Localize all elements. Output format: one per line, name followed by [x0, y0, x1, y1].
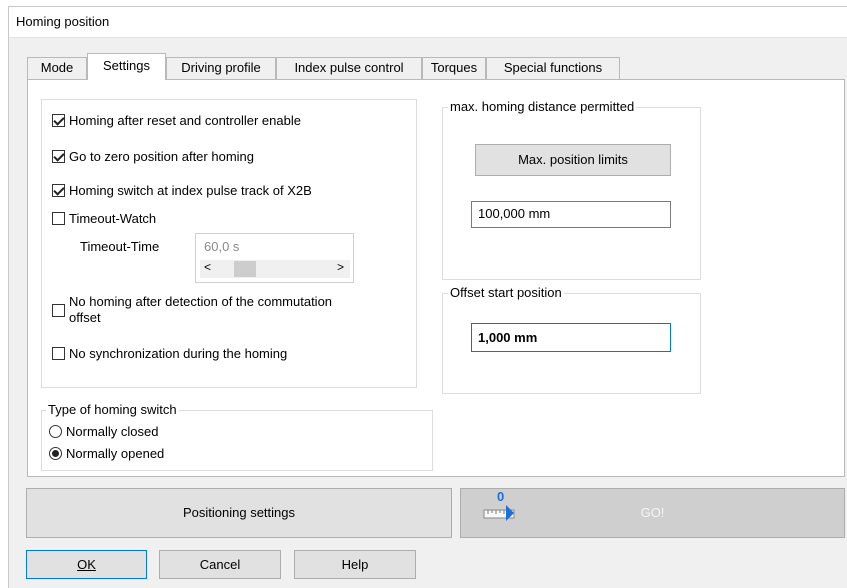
radio-label: Normally closed — [66, 424, 159, 439]
homing-options-group: Homing after reset and controller enable… — [41, 99, 417, 388]
group-title: Type of homing switch — [46, 402, 179, 417]
homing-switch-index-checkbox[interactable]: Homing switch at index pulse track of X2… — [52, 183, 312, 198]
positioning-settings-button[interactable]: Positioning settings — [26, 488, 452, 538]
button-label: Positioning settings — [182, 505, 295, 520]
checkbox-label: Timeout-Watch — [69, 211, 157, 226]
settings-tab-page: Homing after reset and controller enable… — [27, 79, 845, 477]
checkbox-checked-icon — [52, 150, 65, 163]
offset-start-position-group: Offset start position 1,000 mm — [442, 285, 701, 394]
button-label: Max. position limits — [518, 152, 628, 167]
tab-mode[interactable]: Mode — [27, 57, 87, 79]
no-homing-commutation-checkbox[interactable]: No homing after detection of the commuta… — [52, 294, 332, 326]
tab-label: Mode — [40, 60, 74, 75]
timeout-time-value: 60,0 s — [204, 239, 240, 254]
max-position-limits-button[interactable]: Max. position limits — [475, 144, 671, 176]
homing-after-reset-checkbox[interactable]: Homing after reset and controller enable — [52, 113, 301, 128]
window-title: Homing position — [16, 14, 110, 29]
checkbox-label: Go to zero position after homing — [69, 149, 254, 164]
tab-driving-profile[interactable]: Driving profile — [166, 57, 276, 79]
checkbox-unchecked-icon — [52, 212, 65, 225]
max-distance-value: 100,000 mm — [478, 206, 551, 221]
radio-unselected-icon — [49, 425, 62, 438]
tab-label: Settings — [103, 58, 150, 73]
normally-closed-radio[interactable]: Normally closed — [49, 424, 158, 439]
max-distance-input[interactable]: 100,000 mm — [471, 201, 671, 228]
button-label: OK — [77, 557, 96, 572]
checkbox-checked-icon — [52, 184, 65, 197]
max-homing-distance-group: max. homing distance permitted Max. posi… — [442, 99, 701, 280]
tab-label: Torques — [430, 60, 478, 75]
label-line-2: offset — [69, 310, 101, 325]
tab-index-pulse-control[interactable]: Index pulse control — [276, 57, 422, 79]
checkbox-unchecked-icon — [52, 347, 65, 360]
timeout-time-label: Timeout-Time — [80, 239, 160, 254]
scrollbar-thumb[interactable] — [234, 261, 256, 277]
offset-value: 1,000 mm — [478, 330, 538, 345]
tab-label: Driving profile — [181, 60, 261, 75]
homing-switch-type-group: Type of homing switch Normally closed No… — [41, 402, 433, 471]
checkbox-checked-icon — [52, 114, 65, 127]
checkbox-label: Homing switch at index pulse track of X2… — [69, 183, 312, 198]
homing-position-window: Homing position Mode Settings Driving pr… — [8, 6, 847, 588]
group-title: Offset start position — [448, 285, 564, 300]
group-title: max. homing distance permitted — [448, 99, 637, 114]
title-bar: Homing position — [9, 7, 847, 38]
tab-label: Index pulse control — [294, 60, 404, 75]
cancel-button[interactable]: Cancel — [159, 550, 281, 579]
checkbox-label: Homing after reset and controller enable — [69, 113, 301, 128]
checkbox-label: No synchronization during the homing — [69, 346, 288, 361]
ok-button[interactable]: OK — [26, 550, 147, 579]
timeout-watch-checkbox[interactable]: Timeout-Watch — [52, 211, 156, 226]
checkbox-unchecked-icon — [52, 303, 65, 317]
button-label: GO! — [640, 505, 665, 520]
scroll-left-arrow-icon[interactable]: < — [204, 260, 211, 274]
checkbox-label: No homing after detection of the commuta… — [69, 294, 332, 326]
radio-label: Normally opened — [66, 446, 165, 461]
tab-special-functions[interactable]: Special functions — [486, 57, 620, 79]
timeout-scrollbar[interactable]: < > — [200, 260, 350, 278]
timeout-time-field[interactable]: 60,0 s < > — [195, 233, 354, 283]
go-button[interactable]: 0 GO! — [460, 488, 845, 538]
button-label: Cancel — [199, 557, 241, 572]
label-line-1: No homing after detection of the commuta… — [69, 294, 333, 309]
help-button[interactable]: Help — [294, 550, 416, 579]
go-to-zero-checkbox[interactable]: Go to zero position after homing — [52, 149, 254, 164]
scroll-right-arrow-icon[interactable]: > — [337, 260, 344, 274]
ruler-digit: 0 — [497, 489, 505, 504]
tab-label: Special functions — [503, 60, 603, 75]
normally-opened-radio[interactable]: Normally opened — [49, 446, 164, 461]
tab-torques[interactable]: Torques — [422, 57, 486, 79]
button-label: Help — [341, 557, 369, 572]
offset-start-input[interactable]: 1,000 mm — [471, 323, 671, 352]
radio-selected-icon — [49, 447, 62, 460]
tab-settings[interactable]: Settings — [87, 53, 166, 80]
no-sync-checkbox[interactable]: No synchronization during the homing — [52, 346, 287, 361]
